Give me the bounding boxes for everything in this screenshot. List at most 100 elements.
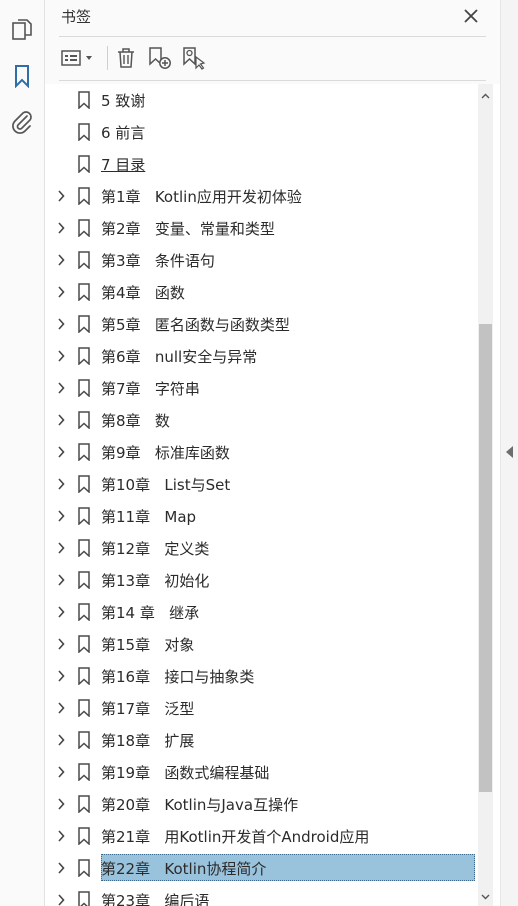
bookmark-item[interactable]: 第23章 编后语	[45, 885, 477, 906]
bookmark-item-icon	[78, 891, 90, 906]
bookmark-label: 第19章 函数式编程基础	[101, 764, 270, 782]
chevron-right-icon[interactable]	[57, 254, 65, 266]
bookmark-item[interactable]: 第4章 函数	[45, 277, 477, 307]
bookmark-label: 第8章 数	[101, 412, 170, 430]
bookmark-item-icon	[78, 603, 90, 621]
chevron-right-icon[interactable]	[57, 734, 65, 746]
bookmark-item-icon	[78, 635, 90, 653]
bookmark-item[interactable]: 第11章 Map	[45, 501, 477, 531]
bookmark-item-icon	[78, 91, 90, 109]
new-bookmark-icon[interactable]	[145, 44, 175, 72]
vertical-scrollbar[interactable]	[478, 84, 493, 906]
bookmark-item[interactable]: 第8章 数	[45, 405, 477, 435]
bookmark-label: 第2章 变量、常量和类型	[101, 220, 275, 238]
chevron-right-icon[interactable]	[57, 766, 65, 778]
chevron-right-icon[interactable]	[57, 574, 65, 586]
bookmark-item[interactable]: 第19章 函数式编程基础	[45, 757, 477, 787]
chevron-right-icon[interactable]	[57, 222, 65, 234]
bookmark-label: 第5章 匿名函数与函数类型	[101, 316, 290, 334]
bookmark-item[interactable]: 第17章 泛型	[45, 693, 477, 723]
bookmark-item-icon	[78, 859, 90, 877]
chevron-right-icon[interactable]	[57, 830, 65, 842]
bookmark-item[interactable]: 6 前言	[45, 117, 477, 147]
bookmark-item[interactable]: 第15章 对象	[45, 629, 477, 659]
bookmark-label: 第10章 List与Set	[101, 476, 231, 494]
bookmarks-app: 书签 5 致谢 6 前言 7 目录 第1章 Kotlin应用开发初体验 第2章 …	[0, 0, 518, 906]
bookmark-item[interactable]: 第21章 用Kotlin开发首个Android应用	[45, 821, 477, 851]
bookmark-item[interactable]: 第18章 扩展	[45, 725, 477, 755]
list-options-icon[interactable]	[59, 44, 99, 72]
bookmark-label: 第6章 null安全与异常	[101, 348, 258, 366]
chevron-right-icon[interactable]	[57, 510, 65, 522]
bookmark-item[interactable]: 5 致谢	[45, 85, 477, 115]
chevron-right-icon[interactable]	[57, 798, 65, 810]
scrollbar-thumb[interactable]	[479, 324, 492, 792]
trash-icon[interactable]	[111, 44, 141, 72]
bookmark-item[interactable]: 第2章 变量、常量和类型	[45, 213, 477, 243]
chevron-right-icon[interactable]	[57, 318, 65, 330]
toolbar-divider-bottom	[59, 80, 486, 81]
close-icon[interactable]	[459, 4, 483, 28]
bookmark-item[interactable]: 第7章 字符串	[45, 373, 477, 403]
bookmark-item[interactable]: 第3章 条件语句	[45, 245, 477, 275]
bookmark-label: 第9章 标准库函数	[101, 444, 230, 462]
bookmark-icon[interactable]	[8, 62, 36, 90]
bookmark-item-icon	[78, 539, 90, 557]
bookmark-item-icon	[78, 123, 90, 141]
panel-collapse-strip[interactable]	[500, 0, 518, 906]
chevron-right-icon[interactable]	[57, 350, 65, 362]
bookmark-item[interactable]: 第13章 初始化	[45, 565, 477, 595]
panel-title: 书签	[61, 8, 92, 26]
bookmark-label: 第1章 Kotlin应用开发初体验	[101, 188, 302, 206]
bookmark-label: 第17章 泛型	[101, 700, 195, 718]
chevron-right-icon[interactable]	[57, 670, 65, 682]
find-bookmark-icon[interactable]	[179, 44, 209, 72]
bookmark-item[interactable]: 第14 章 继承	[45, 597, 477, 627]
bookmark-item[interactable]: 7 目录	[45, 149, 477, 179]
chevron-right-icon[interactable]	[57, 638, 65, 650]
bookmark-label: 第23章 编后语	[101, 892, 210, 906]
bookmark-label: 第4章 函数	[101, 284, 185, 302]
bookmark-label: 第16章 接口与抽象类	[101, 668, 255, 686]
bookmark-item[interactable]: 第22章 Kotlin协程简介	[45, 853, 477, 883]
bookmark-item[interactable]: 第6章 null安全与异常	[45, 341, 477, 371]
bookmark-label: 第3章 条件语句	[101, 252, 215, 270]
bookmark-item[interactable]: 第10章 List与Set	[45, 469, 477, 499]
chevron-right-icon[interactable]	[57, 542, 65, 554]
bookmark-item-icon	[78, 443, 90, 461]
bookmarks-toolbar	[59, 42, 486, 74]
bookmark-item[interactable]: 第20章 Kotlin与Java互操作	[45, 789, 477, 819]
attachment-icon[interactable]	[8, 108, 36, 136]
chevron-right-icon[interactable]	[57, 286, 65, 298]
chevron-right-icon[interactable]	[57, 702, 65, 714]
bookmark-item[interactable]: 第1章 Kotlin应用开发初体验	[45, 181, 477, 211]
bookmarks-panel: 书签 5 致谢 6 前言 7 目录 第1章 Kotlin应用开发初体验 第2章 …	[45, 0, 500, 906]
chevron-right-icon[interactable]	[57, 414, 65, 426]
chevron-right-icon[interactable]	[57, 606, 65, 618]
bookmark-label: 第15章 对象	[101, 636, 195, 654]
bookmark-label: 第21章 用Kotlin开发首个Android应用	[101, 828, 370, 846]
bookmark-label: 第12章 定义类	[101, 540, 210, 558]
bookmark-label: 6 前言	[101, 124, 146, 142]
bookmark-item[interactable]: 第9章 标准库函数	[45, 437, 477, 467]
pages-icon[interactable]	[8, 16, 36, 44]
bookmark-item[interactable]: 第12章 定义类	[45, 533, 477, 563]
bookmark-item[interactable]: 第5章 匿名函数与函数类型	[45, 309, 477, 339]
bookmark-item[interactable]: 第16章 接口与抽象类	[45, 661, 477, 691]
bookmark-item-icon	[78, 731, 90, 749]
bookmark-label: 第20章 Kotlin与Java互操作	[101, 796, 299, 814]
scroll-down-icon[interactable]	[481, 892, 490, 901]
bookmark-label: 7 目录	[101, 156, 146, 174]
chevron-right-icon[interactable]	[57, 862, 65, 874]
chevron-right-icon[interactable]	[57, 446, 65, 458]
chevron-right-icon[interactable]	[57, 478, 65, 490]
chevron-right-icon[interactable]	[57, 190, 65, 202]
navigation-rail	[0, 0, 45, 906]
bookmark-item-icon	[78, 827, 90, 845]
bookmark-item-icon	[78, 155, 90, 173]
scroll-up-icon[interactable]	[481, 92, 490, 101]
bookmark-label: 第13章 初始化	[101, 572, 210, 590]
chevron-right-icon[interactable]	[57, 382, 65, 394]
collapse-arrow-icon[interactable]	[506, 446, 513, 458]
chevron-right-icon[interactable]	[57, 894, 65, 906]
